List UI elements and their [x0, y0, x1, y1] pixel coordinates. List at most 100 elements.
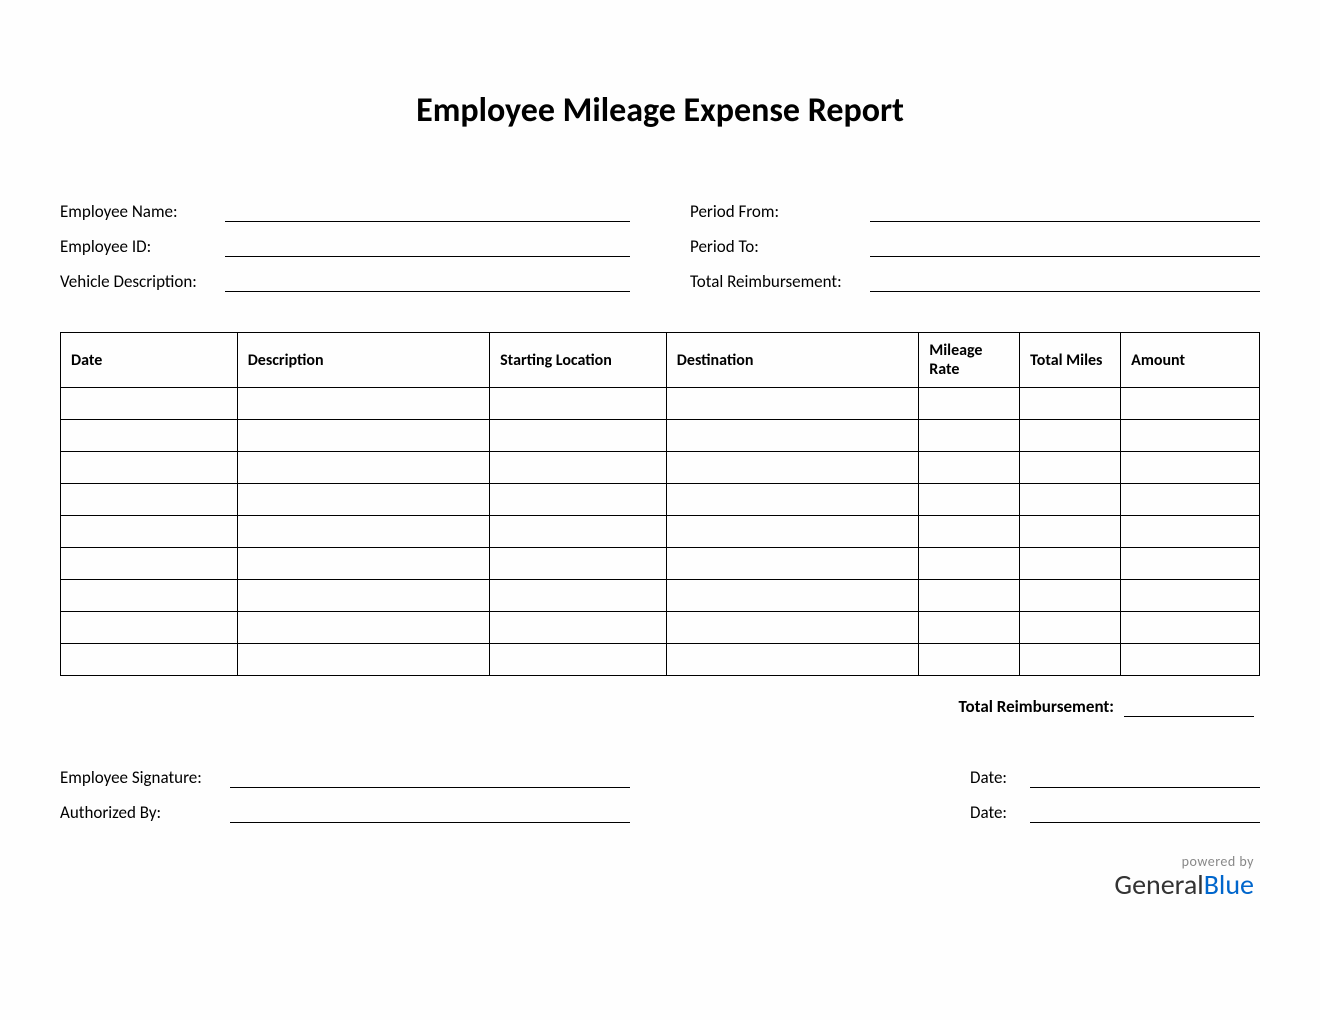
authorized-by-field[interactable]	[230, 803, 630, 823]
table-cell[interactable]	[1121, 420, 1260, 452]
employee-signature-label: Employee Signature:	[60, 767, 220, 788]
period-from-field[interactable]	[870, 202, 1260, 222]
total-reimb-top-label: Total Reimbursement:	[690, 271, 860, 292]
header-mileage-rate: Mileage Rate	[919, 333, 1020, 388]
table-cell[interactable]	[237, 548, 489, 580]
table-cell[interactable]	[490, 548, 667, 580]
employee-name-label: Employee Name:	[60, 201, 215, 222]
table-cell[interactable]	[237, 452, 489, 484]
brand-general: General	[1114, 867, 1203, 902]
table-cell[interactable]	[919, 452, 1020, 484]
table-cell[interactable]	[1020, 484, 1121, 516]
table-cell[interactable]	[666, 644, 918, 676]
table-row	[61, 484, 1260, 516]
table-cell[interactable]	[919, 516, 1020, 548]
table-cell[interactable]	[237, 612, 489, 644]
vehicle-desc-row: Vehicle Description:	[60, 271, 630, 292]
table-cell[interactable]	[919, 548, 1020, 580]
table-cell[interactable]	[490, 580, 667, 612]
header-starting-location: Starting Location	[490, 333, 667, 388]
info-left-column: Employee Name: Employee ID: Vehicle Desc…	[60, 201, 630, 292]
table-cell[interactable]	[490, 388, 667, 420]
table-cell[interactable]	[666, 516, 918, 548]
period-to-field[interactable]	[870, 237, 1260, 257]
total-reimbursement-field[interactable]	[1124, 697, 1254, 717]
table-cell[interactable]	[61, 548, 238, 580]
table-cell[interactable]	[61, 580, 238, 612]
total-reimb-top-field[interactable]	[870, 272, 1260, 292]
table-cell[interactable]	[1020, 388, 1121, 420]
authorized-date-field[interactable]	[1030, 803, 1260, 823]
table-cell[interactable]	[666, 580, 918, 612]
table-cell[interactable]	[1020, 580, 1121, 612]
employee-sig-date-label: Date:	[970, 767, 1020, 788]
header-total-miles: Total Miles	[1020, 333, 1121, 388]
table-cell[interactable]	[1020, 612, 1121, 644]
table-cell[interactable]	[666, 484, 918, 516]
total-reimbursement-label: Total Reimbursement:	[959, 696, 1114, 717]
table-cell[interactable]	[1121, 484, 1260, 516]
employee-signature-row: Employee Signature: Date:	[60, 767, 1260, 788]
table-row	[61, 420, 1260, 452]
employee-id-field[interactable]	[225, 237, 630, 257]
page-title: Employee Mileage Expense Report	[60, 90, 1260, 131]
table-row	[61, 580, 1260, 612]
vehicle-desc-field[interactable]	[225, 272, 630, 292]
table-cell[interactable]	[61, 484, 238, 516]
table-cell[interactable]	[666, 612, 918, 644]
table-cell[interactable]	[237, 580, 489, 612]
table-cell[interactable]	[1020, 420, 1121, 452]
table-cell[interactable]	[919, 580, 1020, 612]
table-cell[interactable]	[490, 452, 667, 484]
table-cell[interactable]	[1020, 548, 1121, 580]
table-cell[interactable]	[237, 420, 489, 452]
table-cell[interactable]	[919, 612, 1020, 644]
table-cell[interactable]	[666, 420, 918, 452]
table-cell[interactable]	[1121, 612, 1260, 644]
table-cell[interactable]	[1121, 516, 1260, 548]
table-cell[interactable]	[61, 388, 238, 420]
period-to-label: Period To:	[690, 236, 860, 257]
brand-logo: GeneralBlue	[60, 870, 1254, 901]
employee-sig-date-field[interactable]	[1030, 768, 1260, 788]
table-cell[interactable]	[919, 420, 1020, 452]
table-cell[interactable]	[61, 420, 238, 452]
table-cell[interactable]	[666, 548, 918, 580]
header-destination: Destination	[666, 333, 918, 388]
table-cell[interactable]	[1121, 388, 1260, 420]
table-cell[interactable]	[1020, 452, 1121, 484]
table-cell[interactable]	[490, 644, 667, 676]
table-cell[interactable]	[666, 452, 918, 484]
table-cell[interactable]	[237, 484, 489, 516]
table-row	[61, 548, 1260, 580]
table-cell[interactable]	[237, 516, 489, 548]
table-cell[interactable]	[919, 388, 1020, 420]
table-cell[interactable]	[61, 452, 238, 484]
table-cell[interactable]	[237, 388, 489, 420]
authorized-date-label: Date:	[970, 802, 1020, 823]
employee-signature-field[interactable]	[230, 768, 630, 788]
period-from-label: Period From:	[690, 201, 860, 222]
table-cell[interactable]	[490, 612, 667, 644]
table-cell[interactable]	[1121, 580, 1260, 612]
table-cell[interactable]	[237, 644, 489, 676]
table-cell[interactable]	[919, 644, 1020, 676]
table-cell[interactable]	[490, 484, 667, 516]
header-date: Date	[61, 333, 238, 388]
table-row	[61, 388, 1260, 420]
table-cell[interactable]	[1121, 452, 1260, 484]
table-cell[interactable]	[61, 612, 238, 644]
table-cell[interactable]	[61, 516, 238, 548]
table-row	[61, 452, 1260, 484]
table-cell[interactable]	[666, 388, 918, 420]
employee-name-field[interactable]	[225, 202, 630, 222]
table-cell[interactable]	[490, 420, 667, 452]
table-cell[interactable]	[490, 516, 667, 548]
table-cell[interactable]	[1121, 548, 1260, 580]
table-cell[interactable]	[919, 484, 1020, 516]
table-cell[interactable]	[1121, 644, 1260, 676]
table-cell[interactable]	[1020, 644, 1121, 676]
table-cell[interactable]	[61, 644, 238, 676]
authorized-by-row: Authorized By: Date:	[60, 802, 1260, 823]
table-cell[interactable]	[1020, 516, 1121, 548]
